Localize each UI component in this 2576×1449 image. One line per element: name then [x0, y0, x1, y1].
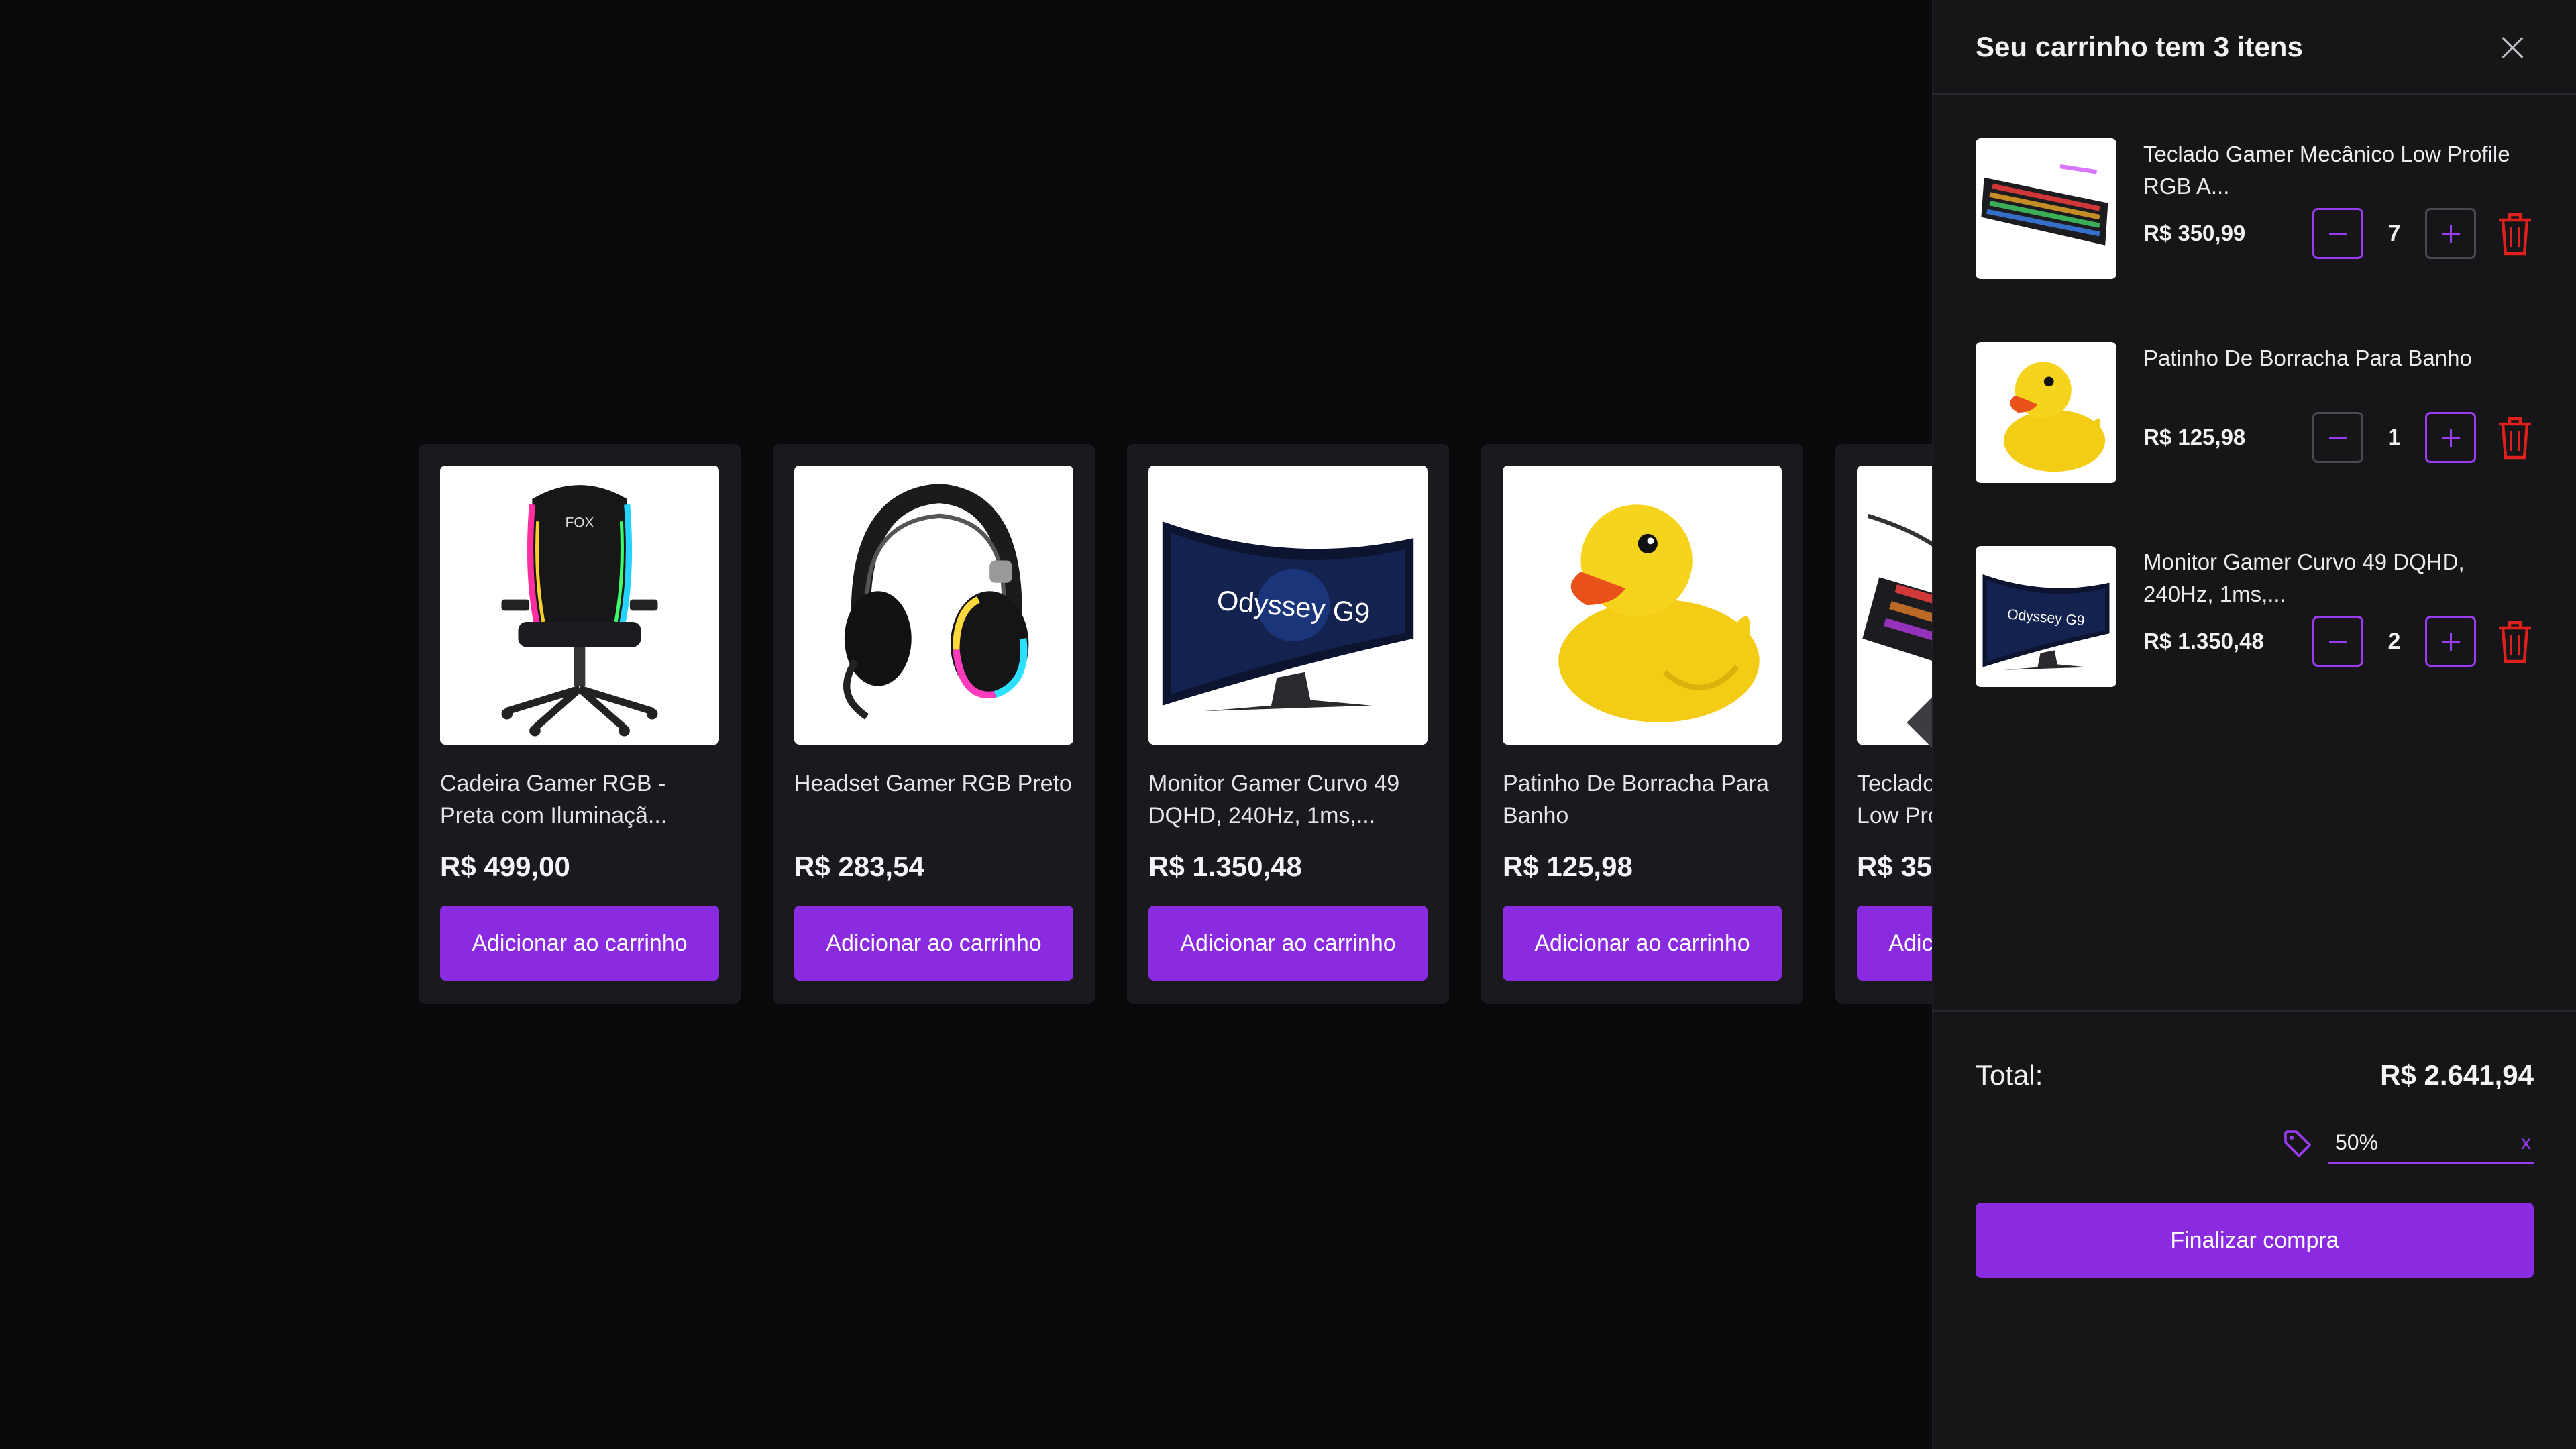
trash-icon[interactable]	[2496, 415, 2534, 460]
close-icon[interactable]	[2493, 27, 2533, 67]
product-card: Odyssey G9 Monitor Gamer Curvo 49 DQHD, …	[1127, 444, 1449, 1004]
cart-item-price: R$ 125,98	[2143, 425, 2246, 449]
add-to-cart-button[interactable]: Adicionar ao carrinho	[440, 906, 719, 981]
product-card: FOX Cadeira Gamer RGB - Preta com Ilumin…	[419, 444, 741, 1004]
product-name: Headset Gamer RGB Preto	[794, 771, 1072, 796]
trash-icon[interactable]	[2496, 211, 2534, 256]
svg-text:FOX: FOX	[566, 515, 594, 531]
decrease-quantity-button[interactable]	[2312, 208, 2363, 259]
coupon-field: x	[2328, 1124, 2534, 1164]
rubber-duck-image	[1503, 466, 1782, 745]
curved-monitor-image: Odyssey G9	[1976, 546, 2116, 687]
product-carousel: FOX Cadeira Gamer RGB - Preta com Ilumin…	[419, 444, 1932, 1004]
add-to-cart-button[interactable]: Adicionar ao carrinho	[794, 906, 1073, 981]
total-row: Total: R$ 2.641,94	[1976, 1059, 2534, 1091]
total-label: Total:	[1976, 1059, 2043, 1091]
increase-quantity-button[interactable]	[2425, 616, 2476, 667]
product-card: Patinho De Borracha Para Banho R$ 125,98…	[1481, 444, 1803, 1004]
cart-item: Patinho De Borracha Para Banho R$ 125,98…	[1976, 342, 2533, 483]
increase-quantity-button[interactable]	[2425, 412, 2476, 463]
cart-drawer: Seu carrinho tem 3 itens Teclado Gamer M…	[1932, 0, 2576, 1449]
checkout-button[interactable]: Finalizar compra	[1976, 1203, 2534, 1278]
cart-item-name: Teclado Gamer Mecânico Low Profile RGB A…	[2143, 142, 2510, 199]
decrease-quantity-button[interactable]	[2312, 616, 2363, 667]
product-name: Cadeira Gamer RGB - Preta com Iluminaçã.…	[440, 771, 667, 828]
curved-monitor-image: Odyssey G9	[1148, 466, 1428, 745]
cart-item-price: R$ 1.350,48	[2143, 629, 2264, 653]
add-to-cart-button[interactable]: Adicionar ao carrinho	[1857, 906, 1932, 981]
tag-icon	[2284, 1130, 2311, 1157]
cart-footer: Total: R$ 2.641,94 x Finalizar compra	[1933, 1010, 2576, 1449]
increase-quantity-button[interactable]	[2425, 208, 2476, 259]
headset-image	[794, 466, 1073, 745]
product-price: R$ 125,98	[1503, 851, 1633, 882]
total-value: R$ 2.641,94	[2380, 1059, 2534, 1091]
add-to-cart-button[interactable]: Adicionar ao carrinho	[1148, 906, 1428, 981]
product-price: R$ 350,99	[1857, 851, 1932, 882]
decrease-quantity-button[interactable]	[2312, 412, 2363, 463]
coupon-clear-button[interactable]: x	[2521, 1132, 2531, 1155]
product-name: Patinho De Borracha Para Banho	[1503, 771, 1769, 828]
product-price: R$ 283,54	[794, 851, 924, 882]
product-price: R$ 499,00	[440, 851, 570, 882]
coupon-row: x	[1976, 1124, 2534, 1164]
add-to-cart-button[interactable]: Adicionar ao carrinho	[1503, 906, 1782, 981]
rubber-duck-image	[1976, 342, 2116, 483]
cart-header: Seu carrinho tem 3 itens	[1933, 0, 2576, 95]
quantity-value: 7	[2387, 220, 2401, 246]
cart-title: Seu carrinho tem 3 itens	[1976, 30, 2303, 62]
quantity-value: 1	[2387, 424, 2401, 450]
quantity-value: 2	[2387, 628, 2401, 654]
cart-item: Odyssey G9 Monitor Gamer Curvo 49 DQHD, …	[1976, 546, 2533, 687]
product-name: Teclado Gamer Mecânico Low Profile RGB A…	[1857, 771, 1932, 828]
cart-item-name: Monitor Gamer Curvo 49 DQHD, 240Hz, 1ms,…	[2143, 549, 2465, 606]
product-name: Monitor Gamer Curvo 49 DQHD, 240Hz, 1ms,…	[1148, 771, 1400, 828]
cart-item: Teclado Gamer Mecânico Low Profile RGB A…	[1976, 138, 2533, 279]
gaming-chair-image: FOX	[440, 466, 719, 745]
coupon-input[interactable]	[2335, 1130, 2483, 1155]
keyboard-image	[1976, 138, 2116, 279]
product-card: Headset Gamer RGB Preto R$ 283,54 Adicio…	[773, 444, 1095, 1004]
cart-item-price: R$ 350,99	[2143, 221, 2246, 246]
cart-item-name: Patinho De Borracha Para Banho	[2143, 345, 2472, 370]
product-price: R$ 1.350,48	[1148, 851, 1302, 882]
cart-item-list: Teclado Gamer Mecânico Low Profile RGB A…	[1933, 95, 2576, 1010]
trash-icon[interactable]	[2496, 619, 2534, 664]
